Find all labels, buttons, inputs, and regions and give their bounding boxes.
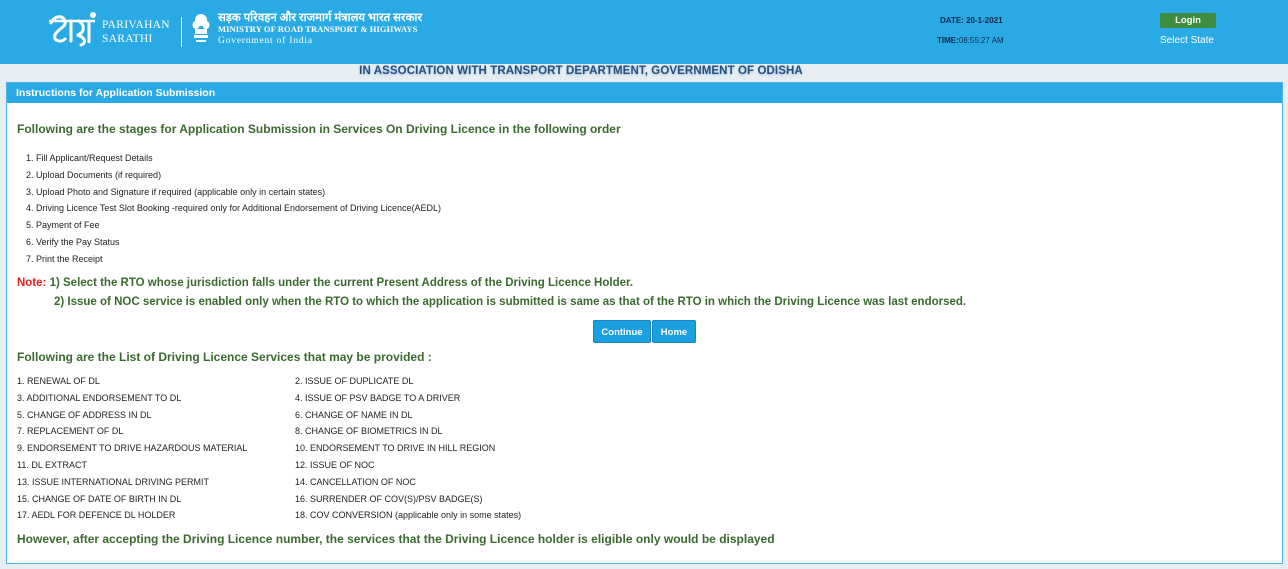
- service-item: 6. CHANGE OF NAME IN DL: [295, 409, 413, 420]
- service-item: 17. AEDL FOR DEFENCE DL HOLDER: [17, 510, 176, 521]
- services-column-right: 2. ISSUE OF DUPLICATE DL 4. ISSUE OF PSV…: [295, 373, 521, 524]
- stage-item: 3. Upload Photo and Signature if require…: [26, 186, 326, 197]
- time-label: TIME:: [937, 36, 959, 45]
- service-item: 8. CHANGE OF BIOMETRICS IN DL: [295, 426, 443, 437]
- service-item: 1. RENEWAL OF DL: [17, 376, 100, 386]
- instructions-panel: Instructions for Application Submission …: [6, 82, 1283, 564]
- stage-item: 2. Upload Documents (if required): [26, 169, 162, 180]
- date-value: 20-1-2021: [966, 16, 1003, 25]
- stages-intro: Following are the stages for Application…: [17, 122, 621, 136]
- select-state-link[interactable]: Select State: [1160, 35, 1214, 46]
- national-emblem-icon: [192, 14, 210, 42]
- service-item: 18. COV CONVERSION (applicable only in s…: [295, 510, 522, 521]
- stage-item: 4. Driving Licence Test Slot Booking -re…: [26, 203, 442, 214]
- panel-title: Instructions for Application Submission: [7, 83, 1282, 103]
- service-item: 13. ISSUE INTERNATIONAL DRIVING PERMIT: [17, 476, 210, 487]
- services-intro: Following are the List of Driving Licenc…: [17, 350, 432, 364]
- service-item: 11. DL EXTRACT: [17, 459, 88, 470]
- stage-item: 5. Payment of Fee: [26, 220, 100, 231]
- service-item: 16. SURRENDER OF COV(S)/PSV BADGE(S): [295, 493, 483, 504]
- note-block: Note: 1) Select the RTO whose jurisdicti…: [17, 274, 966, 312]
- service-item: 5. CHANGE OF ADDRESS IN DL: [17, 409, 152, 420]
- ministry-block: सड़क परिवहन और राजमार्ग मंत्रालय भारत सर…: [218, 12, 423, 47]
- service-item: 3. ADDITIONAL ENDORSEMENT TO DL: [17, 392, 182, 403]
- ministry-hindi: सड़क परिवहन और राजमार्ग मंत्रालय भारत सर…: [218, 12, 423, 24]
- note-label: Note:: [17, 277, 47, 289]
- stage-item: 1. Fill Applicant/Request Details: [26, 153, 153, 163]
- services-column-left: 1. RENEWAL OF DL 3. ADDITIONAL ENDORSEME…: [17, 373, 247, 524]
- note-line-1: 1) Select the RTO whose jurisdiction fal…: [49, 277, 634, 289]
- note-line-2: 2) Issue of NOC service is enabled only …: [54, 296, 967, 308]
- stage-item: 7. Print the Receipt: [26, 253, 103, 264]
- stage-list: 1. Fill Applicant/Request Details 2. Upl…: [26, 150, 441, 268]
- time-display: TIME:08:55:27 AM: [937, 36, 1004, 45]
- service-item: 12. ISSUE OF NOC: [295, 459, 375, 470]
- logo-product: SARATHI: [102, 33, 153, 45]
- service-item: 9. ENDORSEMENT TO DRIVE HAZARDOUS MATERI…: [17, 443, 248, 454]
- service-item: 2. ISSUE OF DUPLICATE DL: [295, 376, 414, 386]
- time-value: 08:55:27 AM: [958, 36, 1004, 45]
- stage-item: 6. Verify the Pay Status: [26, 236, 120, 247]
- home-button[interactable]: Home: [652, 320, 696, 343]
- continue-button[interactable]: Continue: [593, 320, 651, 343]
- logo-text: PARIVAHAN SARATHI: [102, 18, 170, 46]
- service-item: 15. CHANGE OF DATE OF BIRTH IN DL: [17, 493, 182, 504]
- date-label: DATE:: [940, 16, 964, 25]
- ministry-english: MINISTRY OF ROAD TRANSPORT & HIGHWAYS: [218, 24, 418, 34]
- logo-brand: PARIVAHAN: [102, 19, 170, 31]
- sarathi-logo-icon[interactable]: [47, 11, 97, 49]
- eligibility-note: However, after accepting the Driving Lic…: [17, 532, 775, 546]
- association-banner: IN ASSOCIATION WITH TRANSPORT DEPARTMENT…: [359, 65, 803, 77]
- login-button[interactable]: Login: [1160, 13, 1216, 28]
- action-buttons: Continue Home: [593, 320, 696, 343]
- service-item: 7. REPLACEMENT OF DL: [17, 426, 124, 437]
- site-header: PARIVAHAN SARATHI सड़क परिवहन और राजमार्…: [0, 0, 1288, 64]
- service-item: 14. CANCELLATION OF NOC: [295, 476, 416, 487]
- service-item: 10. ENDORSEMENT TO DRIVE IN HILL REGION: [295, 443, 496, 454]
- date-display: DATE: 20-1-2021: [940, 16, 1003, 25]
- service-item: 4. ISSUE OF PSV BADGE TO A DRIVER: [295, 392, 461, 403]
- logo-divider: [181, 17, 182, 47]
- government-label: Government of India: [218, 36, 313, 46]
